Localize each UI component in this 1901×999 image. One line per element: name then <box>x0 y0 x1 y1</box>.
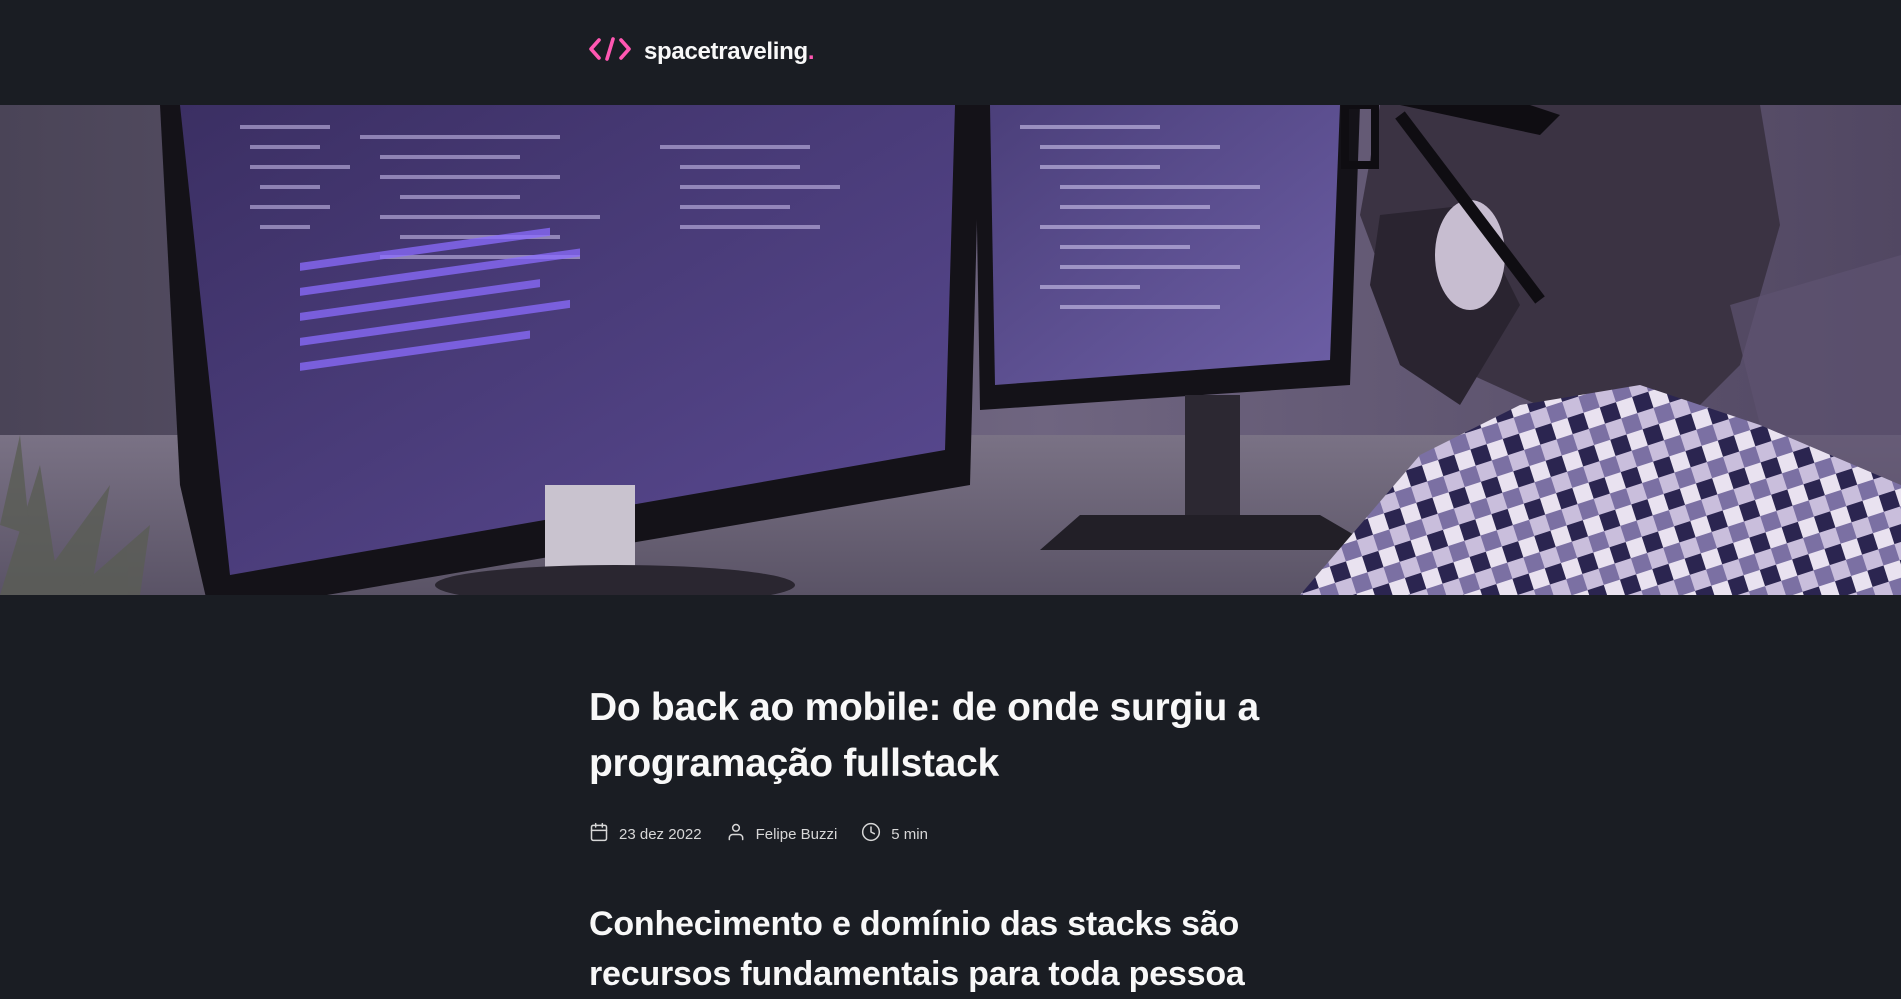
post-author-text: Felipe Buzzi <box>755 825 838 843</box>
calendar-icon <box>589 822 619 846</box>
home-logo-link[interactable]: spacetraveling. <box>589 36 815 67</box>
clock-icon <box>861 822 891 846</box>
site-header: spacetraveling. <box>0 0 1901 105</box>
user-icon <box>726 822 756 846</box>
post-reading-time-text: 5 min <box>891 825 928 843</box>
code-brackets-icon <box>589 36 644 67</box>
post-date: 23 dez 2022 <box>589 822 702 846</box>
post-reading-time: 5 min <box>861 822 928 846</box>
post-date-text: 23 dez 2022 <box>619 825 702 843</box>
post-title: Do back ao mobile: de onde surgiu a prog… <box>589 686 1259 785</box>
post-first-heading: Conhecimento e domínio das stacks são re… <box>589 905 1245 993</box>
post-info: 23 dez 2022 Felipe Buzzi 5 min <box>589 822 1309 846</box>
logo-dot: . <box>807 37 815 65</box>
post-content: Do back ao mobile: de onde surgiu a prog… <box>589 680 1309 999</box>
post-author: Felipe Buzzi <box>726 822 838 846</box>
post-banner-image <box>0 105 1901 595</box>
logo-text: spacetraveling <box>644 37 808 65</box>
